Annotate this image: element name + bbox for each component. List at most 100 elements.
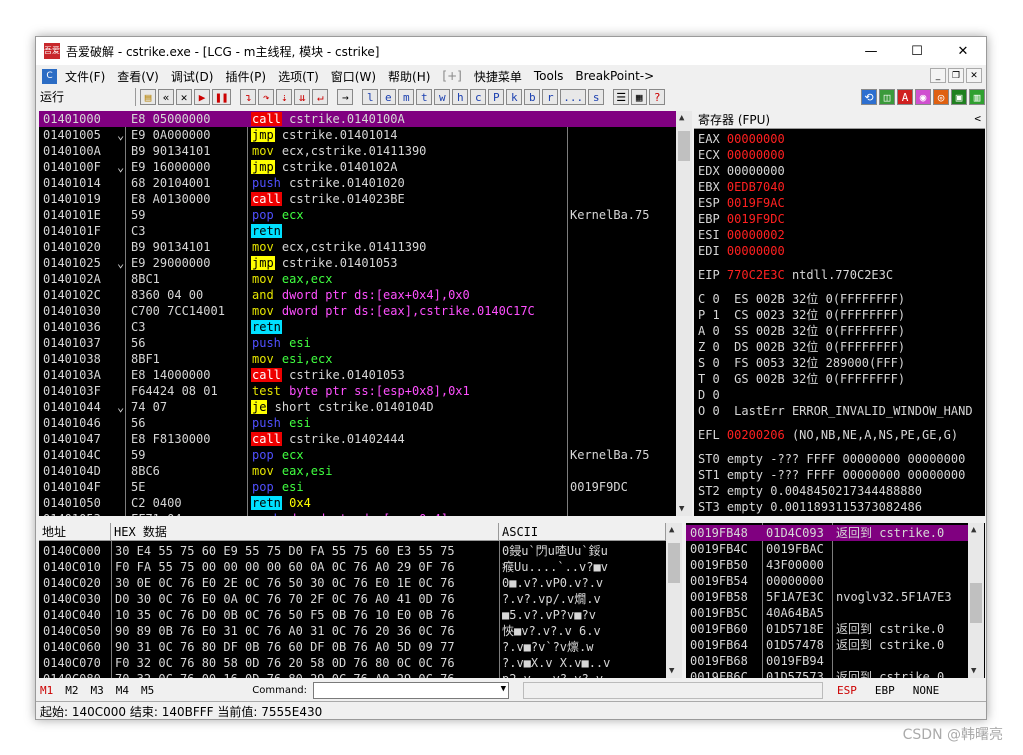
disasm-row[interactable]: 01401030 C700 7CC14001 mov dword ptr ds:[e… xyxy=(39,303,676,319)
toolbar-e[interactable]: e xyxy=(380,89,397,105)
help-icon[interactable]: ? xyxy=(649,89,666,105)
register-row[interactable]: ESP 0019F9AC xyxy=(698,195,785,211)
mdi-minimize-button[interactable]: _ xyxy=(930,68,946,83)
stack-row[interactable]: 0019FB60 01D5718E 返回到 cstrike.0 xyxy=(686,621,968,637)
register-row[interactable]: ECX 00000000 xyxy=(698,147,785,163)
flag-row[interactable]: O 0 LastErr ERROR_INVALID_WINDOW_HAND xyxy=(698,403,973,419)
register-value[interactable]: 00000000 xyxy=(727,244,785,258)
flag-row[interactable]: T 0 GS 002B 32位 0(FFFFFFFF) xyxy=(698,371,905,387)
register-value[interactable]: 770C2E3C xyxy=(727,268,785,282)
disasm-row[interactable]: 01401037 56 push esi xyxy=(39,335,676,351)
stack-row[interactable]: 0019FB64 01D57478 返回到 cstrike.0 xyxy=(686,637,968,653)
minimize-button[interactable]: — xyxy=(848,37,894,65)
tab-m4[interactable]: M4 xyxy=(116,684,129,697)
stack-row[interactable]: 0019FB58 5F1A7E3C nvoglv32.5F1A7E3 xyxy=(686,589,968,605)
tab-m5[interactable]: M5 xyxy=(141,684,154,697)
step-into-icon[interactable]: ↴ xyxy=(240,89,257,105)
register-row[interactable]: EDX 00000000 xyxy=(698,163,785,179)
fpu-row[interactable]: ST0 empty -??? FFFF 00000000 00000000 xyxy=(698,451,965,467)
chevron-down-icon[interactable]: ▼ xyxy=(501,684,506,694)
disasm-row[interactable]: 0140100F ⌄ E9 16000000 jmp cstrike.0140102A xyxy=(39,159,676,175)
disasm-row[interactable]: 01401044 ⌄ 74 07 je short cstrike.0140104D xyxy=(39,399,676,415)
toolbar-l[interactable]: l xyxy=(362,89,379,105)
disasm-row[interactable]: 01401019 E8 A0130000 call cstrike.014023BE xyxy=(39,191,676,207)
list-icon[interactable]: ☰ xyxy=(613,89,630,105)
disasm-row[interactable]: 0140104D 8BC6 mov eax,esi xyxy=(39,463,676,479)
flag-row[interactable]: D 0 xyxy=(698,387,734,403)
flag-value[interactable]: S 0 xyxy=(698,356,720,370)
target-icon[interactable]: ◎ xyxy=(933,89,949,105)
register-row[interactable]: EBX 0EDB7040 xyxy=(698,179,785,195)
disasm-row[interactable]: 01401020 B9 90134101 mov ecx,cstrike.01411… xyxy=(39,239,676,255)
disasm-row[interactable]: 0140104C 59 pop ecx KernelBa.75 xyxy=(39,447,676,463)
stack-row[interactable]: 0019FB50 43F00000 xyxy=(686,557,968,573)
disasm-row[interactable]: 0140102C 8360 04 00 and dword ptr ds:[eax+… xyxy=(39,287,676,303)
register-value[interactable]: 00000002 xyxy=(727,228,785,242)
flag-value[interactable]: P 1 xyxy=(698,308,720,322)
disasm-row[interactable]: 0140102A 8BC1 mov eax,ecx xyxy=(39,271,676,287)
register-row[interactable]: ESI 00000002 xyxy=(698,227,785,243)
menu-options[interactable]: 选项(T) xyxy=(278,68,319,85)
toolbar-P[interactable]: P xyxy=(488,89,505,105)
flag-row[interactable]: C 0 ES 002B 32位 0(FFFFFFFF) xyxy=(698,291,905,307)
maximize-button[interactable]: ☐ xyxy=(894,37,940,65)
toolbar-k[interactable]: k xyxy=(506,89,523,105)
rewind-icon[interactable]: « xyxy=(158,89,174,105)
flag-row[interactable]: P 1 CS 0023 32位 0(FFFFFFFF) xyxy=(698,307,905,323)
grid-icon[interactable]: ▦ xyxy=(631,89,648,105)
toolbar-c[interactable]: c xyxy=(470,89,487,105)
toolbar-w[interactable]: w xyxy=(434,89,451,105)
dump-ascii-header[interactable]: ASCII xyxy=(499,523,666,541)
disasm-row[interactable]: 0140104F 5E pop esi 0019F9DC xyxy=(39,479,676,495)
disassembly-pane[interactable]: 01401000 E8 05000000 call cstrike.0140100A… xyxy=(39,111,676,516)
flag-row[interactable]: A 0 SS 002B 32位 0(FFFFFFFF) xyxy=(698,323,905,339)
efl-row[interactable]: EFL 00200206 (NO,NB,NE,A,NS,PE,GE,G) xyxy=(698,427,958,443)
tab-m3[interactable]: M3 xyxy=(91,684,104,697)
stack-row[interactable]: 0019FB6C 01D57573 返回到 cstrike.0 xyxy=(686,669,968,678)
menu-window[interactable]: 窗口(W) xyxy=(331,68,376,85)
disasm-row[interactable]: 01401005 ⌄ E9 0A000000 jmp cstrike.01401014 xyxy=(39,127,676,143)
monitor-icon[interactable]: ▣ xyxy=(951,89,967,105)
disasm-row[interactable]: 0140101F C3 retn xyxy=(39,223,676,239)
stack-row[interactable]: 0019FB54 00000000 xyxy=(686,573,968,589)
register-value[interactable]: 00000000 xyxy=(727,164,785,178)
disasm-row[interactable]: 01401050 C2 0400 retn 0x4 xyxy=(39,495,676,511)
fpu-row[interactable]: ST4 empty 2007152 0000000000000 xyxy=(698,515,922,516)
dump-addr-header[interactable]: 地址 xyxy=(39,523,111,541)
mdi-restore-button[interactable]: ❐ xyxy=(948,68,964,83)
flag-value[interactable]: Z 0 xyxy=(698,340,720,354)
flag-value[interactable]: C 0 xyxy=(698,292,720,306)
disasm-row[interactable]: 0140103F F64424 08 01 test byte ptr ss:[es… xyxy=(39,383,676,399)
execute-till-return-icon[interactable]: ↵ xyxy=(312,89,329,105)
flag-value[interactable]: O 0 xyxy=(698,404,720,418)
register-value[interactable]: 00200206 xyxy=(727,428,785,442)
flag-row[interactable]: S 0 FS 0053 32位 289000(FFF) xyxy=(698,355,905,371)
a-icon[interactable]: A xyxy=(897,89,913,105)
open-icon[interactable]: ▤ xyxy=(140,89,156,105)
flag-value[interactable]: T 0 xyxy=(698,372,720,386)
toolbar-ellipsis[interactable]: ... xyxy=(560,89,587,105)
disasm-row[interactable]: 0140103A E8 14000000 call cstrike.01401053 xyxy=(39,367,676,383)
run-icon[interactable]: ▶ xyxy=(194,89,210,105)
stack-row[interactable]: 0019FB48 01D4C093 返回到 cstrike.0 xyxy=(686,525,968,541)
register-row[interactable]: EBP 0019F9DC xyxy=(698,211,785,227)
disasm-row[interactable]: 01401038 8BF1 mov esi,ecx xyxy=(39,351,676,367)
ebp-toggle[interactable]: EBP xyxy=(875,684,895,697)
menu-breakpoint[interactable]: BreakPoint-> xyxy=(575,69,654,83)
chart-icon[interactable]: ▥ xyxy=(969,89,985,105)
disasm-row[interactable]: 01401014 68 20104001 push cstrike.01401020 xyxy=(39,175,676,191)
flag-value[interactable]: A 0 xyxy=(698,324,720,338)
magenta-icon[interactable]: ◉ xyxy=(915,89,931,105)
cpu-window-icon[interactable]: C xyxy=(42,68,57,84)
toolbar-s[interactable]: s xyxy=(588,89,605,105)
disasm-row[interactable]: 01401053 FF71 04 push dword ptr ds:[ecx+0x… xyxy=(39,511,676,516)
pause-icon[interactable]: ❚❚ xyxy=(212,89,232,105)
step-over-icon[interactable]: ↷ xyxy=(258,89,275,105)
dump-scrollbar[interactable]: ▲ ▼ xyxy=(666,523,682,678)
menu-tools[interactable]: Tools xyxy=(534,69,564,83)
disasm-row[interactable]: 01401036 C3 retn xyxy=(39,319,676,335)
registers-pane[interactable]: 寄存器 (FPU) < EAX 00000000 ECX 00000000 EDX … xyxy=(694,111,985,516)
register-value[interactable]: 0EDB7040 xyxy=(727,180,785,194)
toolbar-t[interactable]: t xyxy=(416,89,433,105)
restart-icon[interactable]: ✕ xyxy=(176,89,192,105)
